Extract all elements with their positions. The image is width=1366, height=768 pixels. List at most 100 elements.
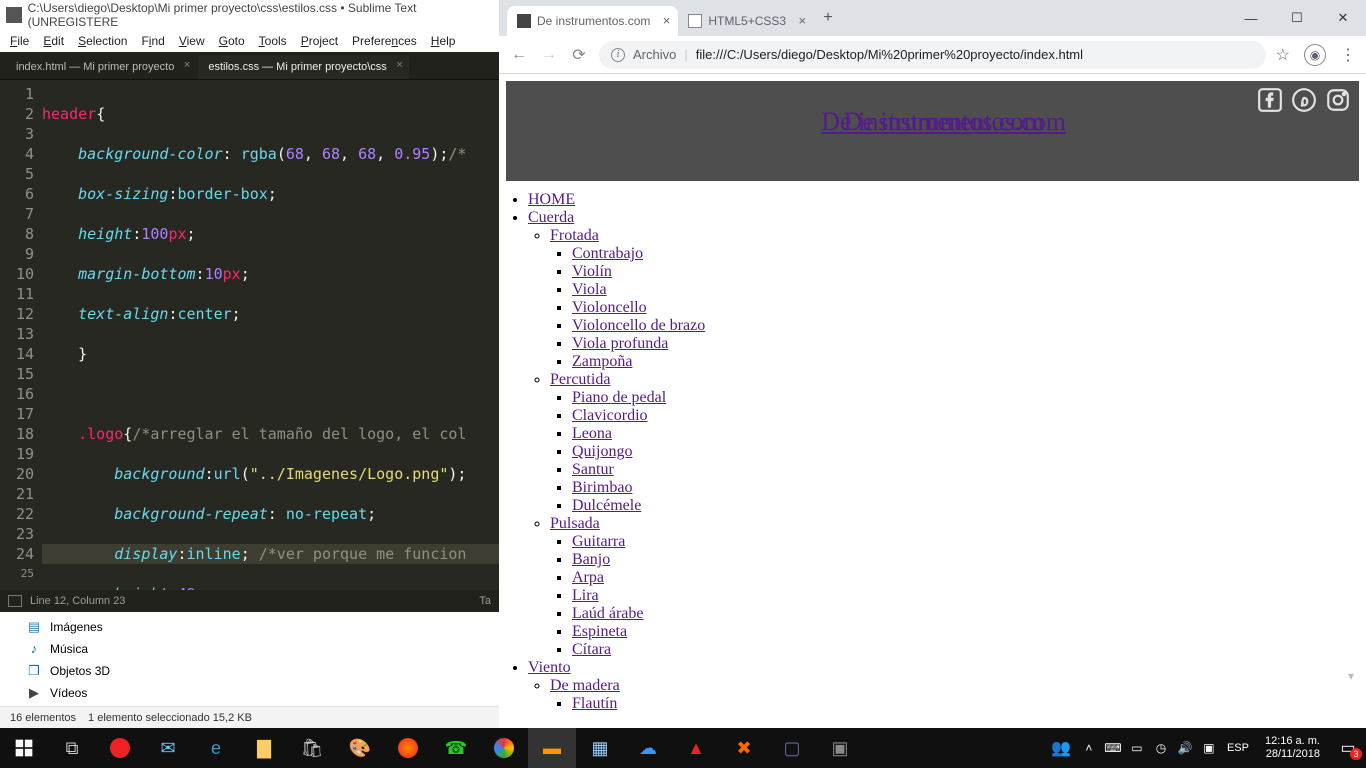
nav-link[interactable]: Violoncello de brazo xyxy=(572,317,705,334)
nav-link[interactable]: Laúd árabe xyxy=(572,605,644,622)
people-icon[interactable]: 👥 xyxy=(1051,738,1071,758)
instagram-icon[interactable] xyxy=(1325,87,1351,113)
profile-avatar-icon[interactable]: ◉ xyxy=(1304,44,1326,66)
opera-icon[interactable] xyxy=(96,728,144,768)
folder-item[interactable]: ▤Imágenes xyxy=(26,616,499,638)
close-button[interactable]: ✕ xyxy=(1320,4,1366,32)
facebook-icon[interactable] xyxy=(1257,87,1283,113)
tray-up-icon[interactable]: ˄ xyxy=(1081,740,1097,756)
nav-link[interactable]: Banjo xyxy=(572,551,610,568)
code-content[interactable]: header{ background-color: rgba(68, 68, 6… xyxy=(42,80,499,590)
cursor-position: Line 12, Column 23 xyxy=(30,595,125,607)
browser-tab[interactable]: HTML5+CSS3 × xyxy=(678,6,814,36)
nav-link[interactable]: Santur xyxy=(572,461,614,478)
chrome-menu-icon[interactable]: ⋮ xyxy=(1340,45,1356,65)
address-bar[interactable]: i Archivo | file:///C:/Users/diego/Deskt… xyxy=(599,41,1266,69)
menu-tools[interactable]: Tools xyxy=(259,34,287,48)
menu-file[interactable]: File xyxy=(10,34,29,48)
nav-link[interactable]: Leona xyxy=(572,425,612,442)
pinterest-icon[interactable] xyxy=(1291,87,1317,113)
back-button[interactable]: ← xyxy=(509,46,529,64)
folder-item[interactable]: ❒Objetos 3D xyxy=(26,660,499,682)
nav-link[interactable]: Piano de pedal xyxy=(572,389,666,406)
new-tab-button[interactable]: + xyxy=(814,9,842,27)
nav-link[interactable]: Zampoña xyxy=(572,353,632,370)
browser-tab[interactable]: De instrumentos.com × xyxy=(507,6,678,36)
nav-link[interactable]: Dulcémele xyxy=(572,497,641,514)
editor-tab[interactable]: estilos.css — Mi primer proyecto\css × xyxy=(198,55,408,79)
reload-button[interactable]: ⟳ xyxy=(569,45,589,65)
xampp-icon[interactable]: ✖ xyxy=(720,728,768,768)
chrome-icon[interactable] xyxy=(480,728,528,768)
nav-link[interactable]: Quijongo xyxy=(572,443,632,460)
menu-edit[interactable]: Edit xyxy=(43,34,64,48)
close-icon[interactable]: × xyxy=(798,13,806,28)
menu-goto[interactable]: Goto xyxy=(219,34,245,48)
nav-link[interactable]: Frotada xyxy=(550,227,599,244)
nav-link[interactable]: Viola xyxy=(572,281,607,298)
nav-link[interactable]: Espineta xyxy=(572,623,627,640)
nav-link[interactable]: Birimbao xyxy=(572,479,632,496)
nav-link[interactable]: Guitarra xyxy=(572,533,625,550)
menu-view[interactable]: View xyxy=(179,34,205,48)
panel-icon[interactable] xyxy=(8,595,22,607)
menu-help[interactable]: Help xyxy=(431,34,456,48)
close-icon[interactable]: × xyxy=(663,13,671,28)
nav-link[interactable]: De madera xyxy=(550,677,620,694)
task-view-button[interactable]: ⧉ xyxy=(48,728,96,768)
acrobat-icon[interactable]: ▲ xyxy=(672,728,720,768)
sublime-icon[interactable]: ▬ xyxy=(528,728,576,768)
whatsapp-icon[interactable]: ☎ xyxy=(432,728,480,768)
rendered-page[interactable]: De instrumentos.com De instrumentos.com … xyxy=(499,74,1366,728)
maximize-button[interactable]: ☐ xyxy=(1274,4,1320,32)
site-info-icon[interactable]: i xyxy=(611,48,625,62)
nav-link[interactable]: Viola profunda xyxy=(572,335,668,352)
nav-link[interactable]: Percutida xyxy=(550,371,610,388)
nav-link[interactable]: Violín xyxy=(572,263,612,280)
nav-link[interactable]: Cítara xyxy=(572,641,611,658)
forward-button[interactable]: → xyxy=(539,46,559,64)
bookmark-star-icon[interactable]: ☆ xyxy=(1276,45,1290,65)
wifi-icon[interactable]: ◷ xyxy=(1153,740,1169,756)
nav-link[interactable]: Pulsada xyxy=(550,515,600,532)
nav-link[interactable]: Cuerda xyxy=(528,209,574,226)
app-icon[interactable]: ▦ xyxy=(576,728,624,768)
nav-link[interactable]: Contrabajo xyxy=(572,245,643,262)
messenger-icon[interactable]: ☁ xyxy=(624,728,672,768)
app-icon[interactable]: ▢ xyxy=(768,728,816,768)
menu-find[interactable]: Find xyxy=(141,34,164,48)
start-button[interactable] xyxy=(0,728,48,768)
editor-tab[interactable]: index.html — Mi primer proyecto × xyxy=(6,55,196,79)
firefox-icon[interactable] xyxy=(384,728,432,768)
mail-icon[interactable]: ✉ xyxy=(144,728,192,768)
nav-link[interactable]: HOME xyxy=(528,191,575,208)
nav-link[interactable]: Flautín xyxy=(572,695,617,712)
nav-link[interactable]: Clavicordio xyxy=(572,407,648,424)
minimize-button[interactable]: — xyxy=(1228,4,1274,32)
nav-link[interactable]: Viento xyxy=(528,659,571,676)
site-logo-link-overlap[interactable]: De instrumentos.com xyxy=(844,107,1066,137)
battery-icon[interactable]: ▭ xyxy=(1129,740,1145,756)
paint-icon[interactable]: 🎨 xyxy=(336,728,384,768)
dropbox-icon[interactable]: ▣ xyxy=(1201,740,1217,756)
folder-item[interactable]: ▶Vídeos xyxy=(26,682,499,704)
photos-icon[interactable]: ▣ xyxy=(816,728,864,768)
close-icon[interactable]: × xyxy=(396,59,402,71)
menu-project[interactable]: Project xyxy=(301,34,338,48)
menu-preferences[interactable]: Preferences xyxy=(352,34,417,48)
volume-icon[interactable]: 🔊 xyxy=(1177,740,1193,756)
menu-selection[interactable]: Selection xyxy=(78,34,127,48)
nav-link[interactable]: Lira xyxy=(572,587,599,604)
language-indicator[interactable]: ESP xyxy=(1227,742,1249,754)
folder-item[interactable]: ♪Música xyxy=(26,638,499,660)
close-icon[interactable]: × xyxy=(184,59,190,71)
explorer-icon[interactable]: ▇ xyxy=(240,728,288,768)
taskbar-clock[interactable]: 12:16 a. m. 28/11/2018 xyxy=(1259,735,1326,761)
store-icon[interactable]: 🛍 xyxy=(288,728,336,768)
nav-link[interactable]: Violoncello xyxy=(572,299,647,316)
code-editor[interactable]: 1234567891011121314151617181920212223242… xyxy=(0,80,499,590)
edge-icon[interactable]: e xyxy=(192,728,240,768)
nav-link[interactable]: Arpa xyxy=(572,569,604,586)
input-icon[interactable]: ⌨ xyxy=(1105,740,1121,756)
notifications-icon[interactable]: ▭3 xyxy=(1336,738,1360,758)
